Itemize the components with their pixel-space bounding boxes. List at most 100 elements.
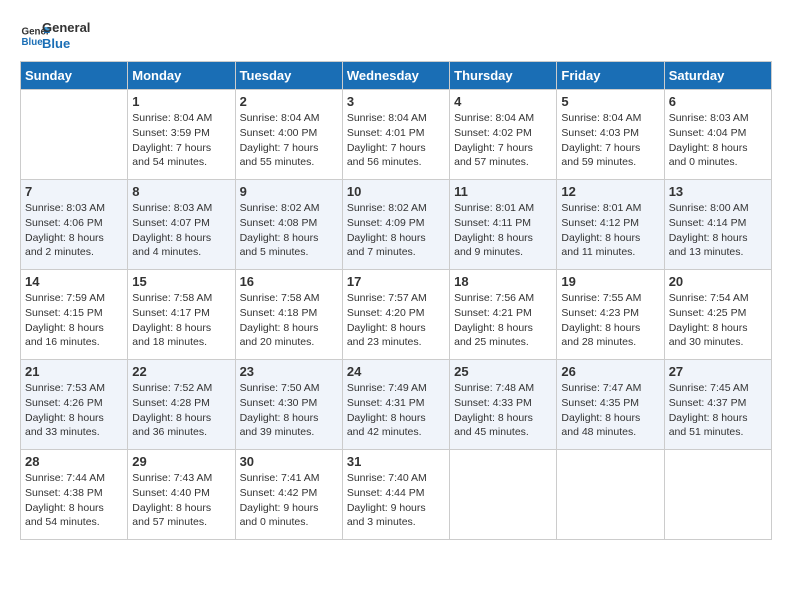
calendar-day-header: Saturday [664, 62, 771, 90]
day-info: Sunrise: 7:49 AMSunset: 4:31 PMDaylight:… [347, 381, 445, 440]
day-number: 29 [132, 454, 230, 469]
day-info: Sunrise: 7:58 AMSunset: 4:18 PMDaylight:… [240, 291, 338, 350]
day-info: Sunrise: 8:01 AMSunset: 4:11 PMDaylight:… [454, 201, 552, 260]
day-number: 11 [454, 184, 552, 199]
day-info: Sunrise: 8:02 AMSunset: 4:09 PMDaylight:… [347, 201, 445, 260]
day-info: Sunrise: 7:45 AMSunset: 4:37 PMDaylight:… [669, 381, 767, 440]
day-info: Sunrise: 7:47 AMSunset: 4:35 PMDaylight:… [561, 381, 659, 440]
calendar-cell: 24 Sunrise: 7:49 AMSunset: 4:31 PMDayligh… [342, 360, 449, 450]
calendar-week-row: 21 Sunrise: 7:53 AMSunset: 4:26 PMDayligh… [21, 360, 772, 450]
day-info: Sunrise: 7:53 AMSunset: 4:26 PMDaylight:… [25, 381, 123, 440]
day-number: 12 [561, 184, 659, 199]
day-info: Sunrise: 8:03 AMSunset: 4:06 PMDaylight:… [25, 201, 123, 260]
day-number: 3 [347, 94, 445, 109]
calendar-cell: 31 Sunrise: 7:40 AMSunset: 4:44 PMDayligh… [342, 450, 449, 540]
day-info: Sunrise: 7:50 AMSunset: 4:30 PMDaylight:… [240, 381, 338, 440]
calendar-day-header: Tuesday [235, 62, 342, 90]
calendar-cell: 12 Sunrise: 8:01 AMSunset: 4:12 PMDayligh… [557, 180, 664, 270]
day-number: 14 [25, 274, 123, 289]
day-number: 9 [240, 184, 338, 199]
day-number: 22 [132, 364, 230, 379]
calendar-cell: 28Sunrise: 7:44 AMSunset: 4:38 PMDayligh… [21, 450, 128, 540]
calendar-cell [557, 450, 664, 540]
day-info: Sunrise: 7:57 AMSunset: 4:20 PMDaylight:… [347, 291, 445, 350]
day-number: 18 [454, 274, 552, 289]
day-info: Sunrise: 7:55 AMSunset: 4:23 PMDaylight:… [561, 291, 659, 350]
calendar-cell: 10 Sunrise: 8:02 AMSunset: 4:09 PMDayligh… [342, 180, 449, 270]
day-info: Sunrise: 7:54 AMSunset: 4:25 PMDaylight:… [669, 291, 767, 350]
calendar-day-header: Thursday [450, 62, 557, 90]
day-number: 13 [669, 184, 767, 199]
calendar-cell: 17 Sunrise: 7:57 AMSunset: 4:20 PMDayligh… [342, 270, 449, 360]
day-number: 7 [25, 184, 123, 199]
calendar-cell: 23 Sunrise: 7:50 AMSunset: 4:30 PMDayligh… [235, 360, 342, 450]
day-number: 30 [240, 454, 338, 469]
calendar-cell: 7 Sunrise: 8:03 AMSunset: 4:06 PMDaylight… [21, 180, 128, 270]
calendar-week-row: 7 Sunrise: 8:03 AMSunset: 4:06 PMDaylight… [21, 180, 772, 270]
day-number: 15 [132, 274, 230, 289]
day-number: 26 [561, 364, 659, 379]
calendar-cell: 22 Sunrise: 7:52 AMSunset: 4:28 PMDayligh… [128, 360, 235, 450]
day-info: Sunrise: 8:04 AMSunset: 3:59 PMDaylight:… [132, 111, 230, 170]
day-number: 31 [347, 454, 445, 469]
calendar-cell [450, 450, 557, 540]
day-info: Sunrise: 7:40 AMSunset: 4:44 PMDaylight:… [347, 471, 445, 530]
day-info: Sunrise: 8:03 AMSunset: 4:07 PMDaylight:… [132, 201, 230, 260]
calendar-cell: 9Sunrise: 8:02 AMSunset: 4:08 PMDaylight… [235, 180, 342, 270]
day-info: Sunrise: 8:03 AMSunset: 4:04 PMDaylight:… [669, 111, 767, 170]
calendar-cell: 16Sunrise: 7:58 AMSunset: 4:18 PMDayligh… [235, 270, 342, 360]
calendar-cell: 29 Sunrise: 7:43 AMSunset: 4:40 PMDayligh… [128, 450, 235, 540]
day-number: 27 [669, 364, 767, 379]
logo-blue: Blue [42, 36, 90, 52]
calendar-day-header: Monday [128, 62, 235, 90]
calendar-cell: 14Sunrise: 7:59 AMSunset: 4:15 PMDayligh… [21, 270, 128, 360]
day-info: Sunrise: 7:43 AMSunset: 4:40 PMDaylight:… [132, 471, 230, 530]
day-info: Sunrise: 8:04 AMSunset: 4:03 PMDaylight:… [561, 111, 659, 170]
day-number: 20 [669, 274, 767, 289]
day-info: Sunrise: 8:04 AMSunset: 4:02 PMDaylight:… [454, 111, 552, 170]
calendar-cell: 11 Sunrise: 8:01 AMSunset: 4:11 PMDayligh… [450, 180, 557, 270]
calendar-cell: 13Sunrise: 8:00 AMSunset: 4:14 PMDayligh… [664, 180, 771, 270]
calendar-cell: 3 Sunrise: 8:04 AMSunset: 4:01 PMDaylight… [342, 90, 449, 180]
calendar-cell: 6Sunrise: 8:03 AMSunset: 4:04 PMDaylight… [664, 90, 771, 180]
svg-text:Blue: Blue [22, 37, 44, 48]
calendar-header-row: SundayMondayTuesdayWednesdayThursdayFrid… [21, 62, 772, 90]
day-number: 17 [347, 274, 445, 289]
day-number: 19 [561, 274, 659, 289]
calendar-day-header: Friday [557, 62, 664, 90]
day-number: 10 [347, 184, 445, 199]
logo: General Blue General Blue [20, 20, 90, 51]
day-number: 21 [25, 364, 123, 379]
calendar-table: SundayMondayTuesdayWednesdayThursdayFrid… [20, 61, 772, 540]
calendar-cell: 2 Sunrise: 8:04 AMSunset: 4:00 PMDaylight… [235, 90, 342, 180]
calendar-cell: 5 Sunrise: 8:04 AMSunset: 4:03 PMDaylight… [557, 90, 664, 180]
calendar-cell: 8 Sunrise: 8:03 AMSunset: 4:07 PMDaylight… [128, 180, 235, 270]
logo-general: General [42, 20, 90, 36]
calendar-cell: 30Sunrise: 7:41 AMSunset: 4:42 PMDayligh… [235, 450, 342, 540]
calendar-cell: 27 Sunrise: 7:45 AMSunset: 4:37 PMDayligh… [664, 360, 771, 450]
calendar-cell: 4Sunrise: 8:04 AMSunset: 4:02 PMDaylight… [450, 90, 557, 180]
page-header: General Blue General Blue [20, 20, 772, 51]
calendar-cell: 19 Sunrise: 7:55 AMSunset: 4:23 PMDayligh… [557, 270, 664, 360]
day-info: Sunrise: 8:01 AMSunset: 4:12 PMDaylight:… [561, 201, 659, 260]
day-number: 2 [240, 94, 338, 109]
calendar-cell: 18 Sunrise: 7:56 AMSunset: 4:21 PMDayligh… [450, 270, 557, 360]
day-info: Sunrise: 7:58 AMSunset: 4:17 PMDaylight:… [132, 291, 230, 350]
day-number: 5 [561, 94, 659, 109]
day-info: Sunrise: 7:56 AMSunset: 4:21 PMDaylight:… [454, 291, 552, 350]
calendar-day-header: Wednesday [342, 62, 449, 90]
calendar-cell [664, 450, 771, 540]
calendar-day-header: Sunday [21, 62, 128, 90]
day-number: 24 [347, 364, 445, 379]
day-info: Sunrise: 8:04 AMSunset: 4:01 PMDaylight:… [347, 111, 445, 170]
calendar-cell: 15 Sunrise: 7:58 AMSunset: 4:17 PMDayligh… [128, 270, 235, 360]
calendar-cell: 21 Sunrise: 7:53 AMSunset: 4:26 PMDayligh… [21, 360, 128, 450]
day-number: 8 [132, 184, 230, 199]
calendar-week-row: 28Sunrise: 7:44 AMSunset: 4:38 PMDayligh… [21, 450, 772, 540]
day-number: 25 [454, 364, 552, 379]
calendar-cell [21, 90, 128, 180]
day-info: Sunrise: 8:04 AMSunset: 4:00 PMDaylight:… [240, 111, 338, 170]
day-info: Sunrise: 7:52 AMSunset: 4:28 PMDaylight:… [132, 381, 230, 440]
calendar-cell: 26 Sunrise: 7:47 AMSunset: 4:35 PMDayligh… [557, 360, 664, 450]
day-number: 23 [240, 364, 338, 379]
